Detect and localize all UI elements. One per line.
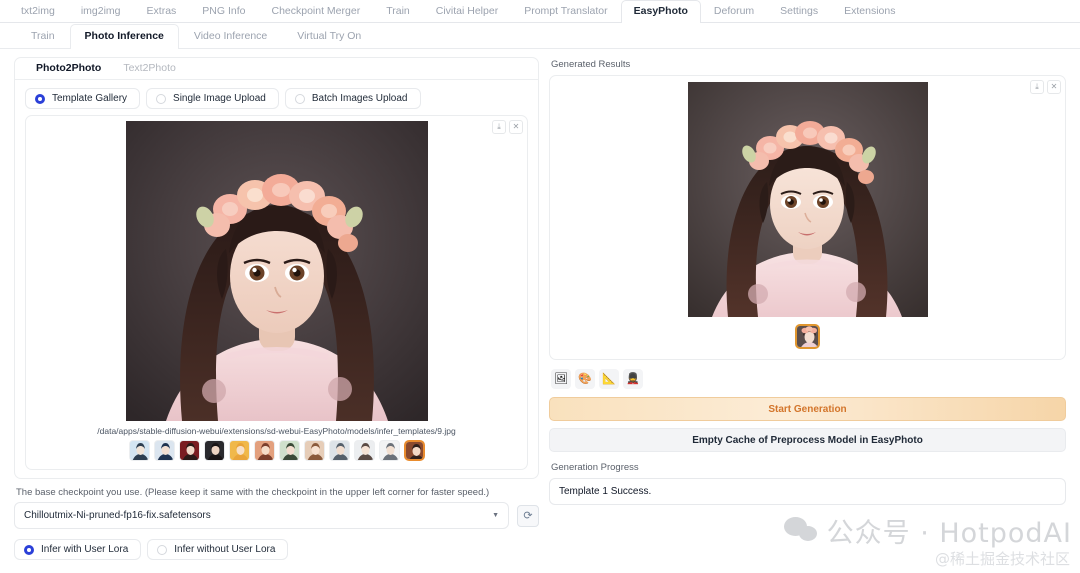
app-tab-img2img[interactable]: img2img	[68, 0, 134, 22]
lora-mode-infer-without-user-lora[interactable]: Infer without User Lora	[147, 539, 289, 560]
left-column: Photo2Photo Text2Photo Template Gallery Si…	[14, 57, 539, 570]
template-thumbnail-strip	[26, 440, 527, 469]
template-thumbnail[interactable]	[253, 440, 275, 461]
triangle-ruler-icon[interactable]: 📐	[599, 369, 619, 389]
radio-label: Infer without User Lora	[174, 544, 276, 555]
generated-thumbnail[interactable]	[795, 324, 820, 349]
download-icon[interactable]: ⤓	[492, 120, 506, 134]
radio-label: Batch Images Upload	[311, 93, 408, 104]
app-tab-prompt-translator[interactable]: Prompt Translator	[511, 0, 620, 22]
refresh-icon: ⟳	[523, 510, 533, 522]
generation-progress-output: Template 1 Success.	[549, 478, 1066, 505]
app-tab-civitai-helper[interactable]: Civitai Helper	[423, 0, 511, 22]
radio-indicator	[24, 544, 34, 555]
radio-indicator	[35, 93, 45, 104]
template-thumbnail[interactable]	[178, 440, 200, 461]
app-tab-extensions[interactable]: Extensions	[831, 0, 908, 22]
sub-tab-video-inference[interactable]: Video Inference	[179, 24, 282, 48]
radio-indicator	[156, 93, 167, 104]
generation-progress-label: Generation Progress	[551, 462, 639, 473]
download-icon[interactable]: ⤓	[1030, 80, 1044, 94]
refresh-checkpoints-button[interactable]: ⟳	[517, 504, 539, 527]
app-tab-checkpoint-merger[interactable]: Checkpoint Merger	[258, 0, 373, 22]
start-generation-button[interactable]: Start Generation	[549, 397, 1066, 421]
template-thumbnail[interactable]	[303, 440, 325, 461]
template-path-label: /data/apps/stable-diffusion-webui/extens…	[97, 426, 456, 436]
upload-mode-template-gallery[interactable]: Template Gallery	[25, 88, 141, 109]
upload-mode-radio-group: Template Gallery Single Image Upload Batch…	[15, 80, 538, 115]
template-thumbnail[interactable]	[278, 440, 300, 461]
checkpoint-select-value: Chilloutmix-Ni-pruned-fp16-fix.safetenso…	[24, 510, 211, 521]
result-tool-icon-row: 🖼 🎨 📐 💂	[549, 360, 1066, 397]
app-tab-png-info[interactable]: PNG Info	[189, 0, 258, 22]
template-thumbnail[interactable]	[203, 440, 225, 461]
guard-icon[interactable]: 💂	[623, 369, 643, 389]
template-thumbnail[interactable]	[378, 440, 400, 461]
app-tab-train[interactable]: Train	[373, 0, 423, 22]
generated-results-box: ⤓ ✕	[549, 75, 1066, 360]
checkpoint-row: Chilloutmix-Ni-pruned-fp16-fix.safetenso…	[14, 502, 539, 529]
template-image[interactable]	[125, 121, 428, 421]
template-thumbnail[interactable]	[403, 440, 425, 461]
radio-label: Single Image Upload	[173, 93, 266, 104]
main-content: Photo2Photo Text2Photo Template Gallery Si…	[0, 49, 1080, 570]
empty-cache-button[interactable]: Empty Cache of Preprocess Model in EasyP…	[549, 428, 1066, 452]
photo-mode-tab-text2photo[interactable]: Text2Photo	[112, 59, 187, 79]
radio-indicator	[294, 93, 305, 104]
sub-tab-train[interactable]: Train	[16, 24, 70, 48]
generated-thumbnail-row	[550, 324, 1065, 349]
template-thumbnail[interactable]	[128, 440, 150, 461]
app-tab-txt2img[interactable]: txt2img	[8, 0, 68, 22]
template-image-actions: ⤓ ✕	[492, 120, 523, 134]
checkpoint-label: The base checkpoint you use. (Please kee…	[16, 487, 490, 498]
generation-progress-text: Template 1 Success.	[559, 486, 652, 497]
palette-icon[interactable]: 🎨	[575, 369, 595, 389]
upload-mode-single-image-upload[interactable]: Single Image Upload	[146, 88, 279, 109]
template-image-box: ⤓ ✕ /data/apps/stable-diffusion-webui/ex…	[25, 115, 528, 470]
upload-mode-batch-images-upload[interactable]: Batch Images Upload	[284, 88, 421, 109]
photo-mode-tab-bar: Photo2Photo Text2Photo	[15, 58, 538, 80]
sub-tab-virtual-try-on[interactable]: Virtual Try On	[282, 24, 376, 48]
chevron-down-icon: ▼	[492, 512, 499, 519]
lora-mode-radio-group: Infer with User Lora Infer without User L…	[14, 529, 539, 560]
app-tab-easyphoto[interactable]: EasyPhoto	[620, 0, 701, 23]
template-thumbnail[interactable]	[328, 440, 350, 461]
lora-mode-infer-with-user-lora[interactable]: Infer with User Lora	[14, 539, 142, 560]
picture-frame-icon[interactable]: 🖼	[551, 369, 571, 389]
app-tab-extras[interactable]: Extras	[134, 0, 190, 22]
easyphoto-sub-tab-bar: Train Photo Inference Video Inference Virtu…	[0, 24, 1080, 49]
checkpoint-select[interactable]: Chilloutmix-Ni-pruned-fp16-fix.safetenso…	[14, 502, 509, 529]
right-column: Generated Results ⤓ ✕ 🖼 🎨 📐 💂 Start Gene…	[549, 57, 1066, 570]
generated-results-label: Generated Results	[551, 59, 631, 70]
close-icon[interactable]: ✕	[1047, 80, 1061, 94]
template-thumbnail[interactable]	[228, 440, 250, 461]
app-tab-bar: txt2img img2img Extras PNG Info Checkpoint M…	[0, 0, 1080, 23]
app-tab-deforum[interactable]: Deforum	[701, 0, 767, 22]
sub-tab-photo-inference[interactable]: Photo Inference	[69, 24, 179, 49]
generated-image-actions: ⤓ ✕	[1030, 80, 1061, 94]
photo2photo-panel: Photo2Photo Text2Photo Template Gallery Si…	[14, 57, 539, 479]
close-icon[interactable]: ✕	[509, 120, 523, 134]
generated-image[interactable]	[687, 82, 928, 317]
radio-label: Infer with User Lora	[41, 544, 129, 555]
radio-label: Template Gallery	[52, 93, 128, 104]
radio-indicator	[157, 544, 168, 555]
photo-mode-tab-photo2photo[interactable]: Photo2Photo	[25, 59, 112, 79]
app-tab-settings[interactable]: Settings	[767, 0, 831, 22]
template-thumbnail[interactable]	[353, 440, 375, 461]
template-thumbnail[interactable]	[153, 440, 175, 461]
